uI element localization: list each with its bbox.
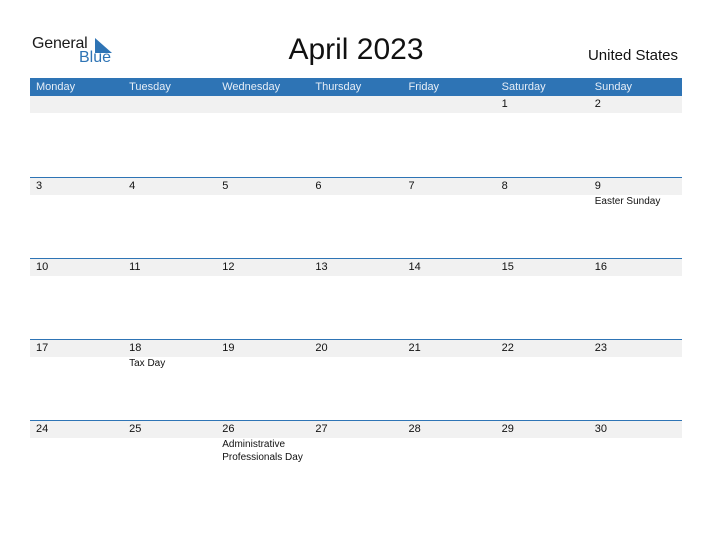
- day-number: 3: [36, 180, 43, 192]
- day-cell: 15: [496, 259, 589, 276]
- day-number: 12: [222, 261, 235, 273]
- day-number: 16: [594, 261, 607, 273]
- day-number: 30: [594, 423, 607, 435]
- day-number: 4: [129, 180, 136, 192]
- day-cell: 4: [123, 178, 216, 208]
- day-number: 14: [408, 261, 421, 273]
- day-cell: 26 Administrative Professionals Day: [216, 421, 309, 464]
- week-row: 12: [30, 96, 682, 177]
- week-row: 10 11 12 13 14 15 16: [30, 258, 682, 339]
- day-number: 7: [408, 180, 415, 192]
- day-cell: 30: [589, 421, 682, 464]
- day-cell: 28: [403, 421, 496, 464]
- day-number: 24: [36, 423, 49, 435]
- day-number: [409, 96, 496, 113]
- weekday-sunday: Sunday: [594, 81, 633, 93]
- day-number: 11: [129, 261, 141, 273]
- day-cell: 14: [403, 259, 496, 276]
- day-number: 8: [501, 180, 508, 192]
- day-number: 27: [315, 423, 328, 435]
- day-cell: 24: [30, 421, 123, 464]
- day-number: 23: [594, 342, 607, 354]
- day-cell: 2: [589, 96, 682, 113]
- day-cell: 22: [496, 340, 589, 370]
- day-cell: [123, 96, 216, 113]
- day-number: 26: [222, 423, 235, 435]
- day-cell: 8: [496, 178, 589, 208]
- day-cell: [30, 96, 123, 113]
- day-number: [222, 96, 309, 113]
- weekday-wednesday: Wednesday: [222, 81, 281, 93]
- day-cell: 12: [216, 259, 309, 276]
- day-cell: 3: [30, 178, 123, 208]
- day-number: 25: [129, 423, 142, 435]
- day-number: 13: [315, 261, 328, 273]
- week-row: 24 25 26 Administrative Professionals Day 27…: [30, 420, 682, 501]
- day-number: 1: [501, 98, 508, 110]
- day-cell: 21: [403, 340, 496, 370]
- weekday-monday: Monday: [36, 81, 76, 93]
- day-cell: 6: [309, 178, 402, 208]
- weekday-saturday: Saturday: [501, 81, 546, 93]
- day-number: 5: [222, 180, 229, 192]
- day-cell: 16: [589, 259, 682, 276]
- day-number: 9: [594, 180, 601, 192]
- day-cell: 10: [30, 259, 123, 276]
- day-cell: [309, 96, 402, 113]
- day-cell: 27: [309, 421, 402, 464]
- day-cell: 18 Tax Day: [123, 340, 216, 370]
- day-number: 18: [129, 342, 142, 354]
- day-number: 15: [501, 261, 514, 273]
- day-number: 6: [315, 180, 322, 192]
- day-cell: 19: [216, 340, 309, 370]
- day-cell: 1: [496, 96, 589, 113]
- day-number: 20: [315, 342, 328, 354]
- day-cell: 9 Easter Sunday: [589, 178, 682, 208]
- day-cell: 29: [496, 421, 589, 464]
- holiday-label: Administrative Professionals Day: [222, 439, 303, 463]
- day-cell: [403, 96, 496, 113]
- day-number: 28: [408, 423, 421, 435]
- day-cell: 13: [309, 259, 402, 276]
- day-cell: 20: [309, 340, 402, 370]
- week-row: 3 4 5 6 7 8 9 Easter Sunday: [30, 177, 682, 258]
- day-cell: 5: [216, 178, 309, 208]
- day-cell: [216, 96, 309, 113]
- weekday-tuesday: Tuesday: [129, 81, 171, 93]
- day-number: [36, 96, 123, 113]
- day-cell: 25: [123, 421, 216, 464]
- day-cell: 7: [403, 178, 496, 208]
- day-number: 19: [222, 342, 235, 354]
- day-number: [315, 96, 402, 113]
- weekday-header: Monday Tuesday Wednesday Thursday Friday…: [30, 78, 682, 96]
- weekday-friday: Friday: [408, 81, 440, 93]
- weekday-thursday: Thursday: [315, 81, 362, 93]
- country-label: United States: [587, 47, 678, 64]
- holiday-label: Easter Sunday: [594, 196, 661, 207]
- day-cell: 11: [123, 259, 216, 276]
- week-row: 17 18 Tax Day 19 20 21 22 23: [30, 339, 682, 420]
- holiday-label: Tax Day: [129, 358, 166, 369]
- day-number: 22: [501, 342, 514, 354]
- day-number: 10: [36, 261, 49, 273]
- day-cell: 23: [589, 340, 682, 370]
- day-cell: 17: [30, 340, 123, 370]
- day-number: 17: [36, 342, 49, 354]
- day-number: 21: [408, 342, 421, 354]
- day-number: 2: [594, 98, 601, 110]
- calendar-grid: Monday Tuesday Wednesday Thursday Friday…: [30, 78, 682, 501]
- day-number: [129, 96, 216, 113]
- day-number: 29: [501, 423, 514, 435]
